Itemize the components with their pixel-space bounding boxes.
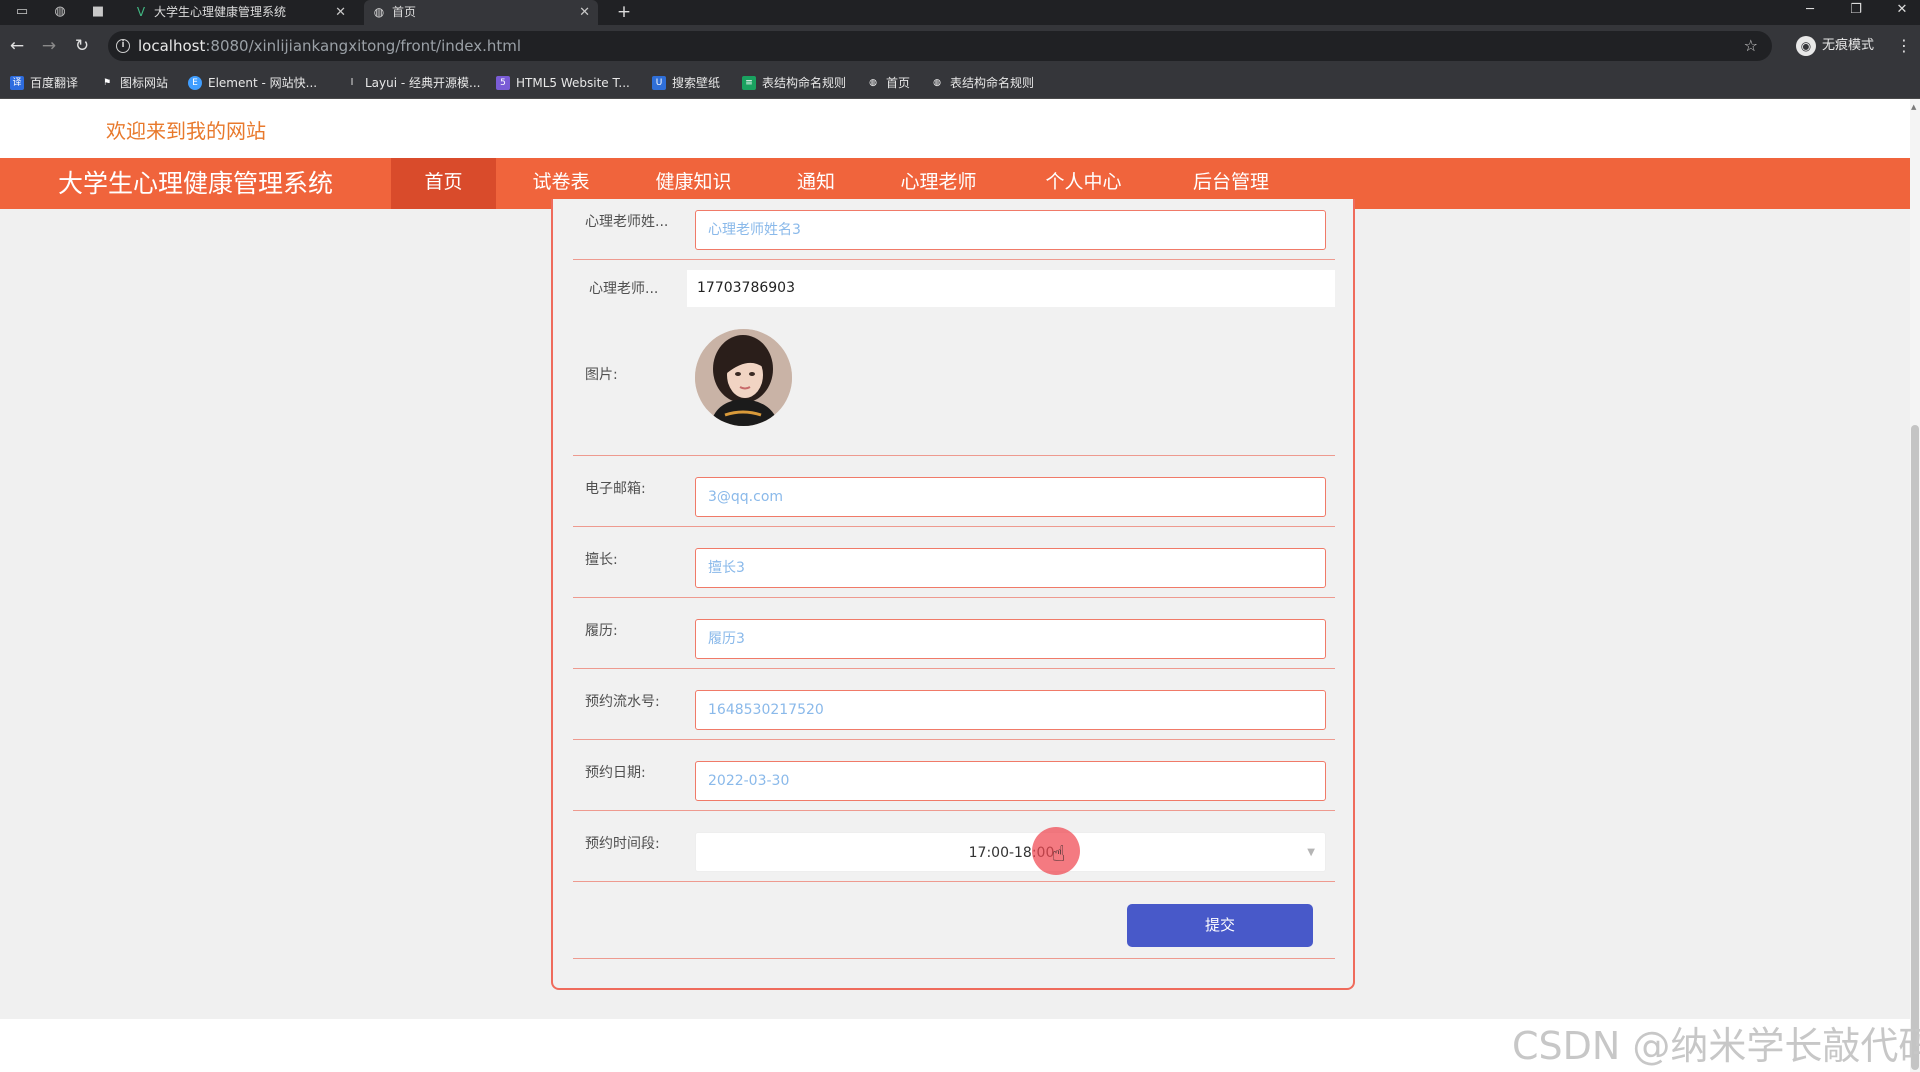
globe-icon: ◍ — [869, 78, 877, 88]
close-icon[interactable]: ✕ — [579, 0, 590, 25]
globe-icon: ◍ — [373, 5, 385, 19]
specialty-input[interactable]: 擅长3 — [695, 548, 1326, 588]
site-title: 大学生心理健康管理系统 — [58, 169, 334, 198]
hand-cursor-icon: ☝ — [1052, 842, 1066, 867]
bookmark-star-icon[interactable]: ☆ — [1744, 31, 1758, 61]
layui-icon: l — [350, 78, 354, 88]
address-bar: ← → ↻ i localhost:8080/xinlijiankangxito… — [0, 25, 1920, 67]
globe-icon: ◍ — [933, 78, 941, 88]
nav-home[interactable]: 首页 — [391, 158, 496, 209]
form-row-timeslot: 预约时间段: 17:00-18:00 ▼ — [573, 811, 1335, 882]
tv-icon[interactable]: ▭ — [14, 5, 30, 19]
timeslot-select[interactable]: 17:00-18:00 ▼ — [695, 832, 1326, 872]
close-icon[interactable]: ✕ — [335, 0, 346, 25]
browser-tab-bar: ▭ ◍ ■ V 大学生心理健康管理系统 ✕ ◍ 首页 ✕ + ─ ❐ ✕ — [0, 0, 1920, 25]
teacher-name-input[interactable]: 心理老师姓名3 — [695, 210, 1326, 250]
teacher-name-label: 心理老师姓... — [585, 214, 669, 230]
form-row-resume: 履历: 履历3 — [573, 598, 1335, 669]
html5-icon: 5 — [496, 76, 510, 90]
bookmark-item[interactable]: ≡ 表结构命名规则 — [742, 67, 846, 99]
forward-icon[interactable]: → — [38, 35, 60, 57]
tab-title: 大学生心理健康管理系统 — [154, 5, 287, 19]
watermark: CSDN @纳米学长敲代码 — [1512, 1024, 1920, 1068]
bookmark-item[interactable]: 译百度翻译 — [10, 67, 78, 99]
tab-title: 首页 — [392, 5, 417, 19]
timeslot-label: 预约时间段: — [585, 836, 660, 852]
resume-label: 履历: — [585, 623, 618, 639]
bookmark-item[interactable]: ⚑ 图标网站 — [100, 67, 168, 99]
form-row-teacher-phone: 心理老师... 17703786903 — [573, 260, 1335, 316]
incognito-icon: ◉ — [1796, 36, 1816, 56]
bookmark-item[interactable]: l Layui - 经典开源模... — [345, 67, 481, 99]
vue-logo-icon: V — [136, 5, 146, 19]
incognito-profile[interactable]: ◉ 无痕模式 — [1796, 35, 1874, 57]
translate-icon: 译 — [10, 76, 24, 90]
bookmark-item[interactable]: U 搜索壁纸 — [652, 67, 720, 99]
close-window-button[interactable]: ✕ — [1882, 0, 1920, 22]
bookmark-item[interactable]: 5 HTML5 Website T... — [496, 67, 630, 99]
welcome-text: 欢迎来到我的网站 — [106, 119, 266, 143]
scrollbar-thumb[interactable] — [1911, 425, 1919, 1070]
email-input[interactable]: 3@qq.com — [695, 477, 1326, 517]
submit-button[interactable]: 提交 — [1127, 904, 1313, 947]
scroll-up-arrow-icon[interactable]: ▲ — [1911, 103, 1916, 111]
minimize-button[interactable]: ─ — [1790, 0, 1830, 22]
back-icon[interactable]: ← — [6, 35, 28, 57]
tab-system[interactable]: V 大学生心理健康管理系统 ✕ — [126, 0, 354, 25]
bookmark-item[interactable]: ◍ 表结构命名规则 — [930, 67, 1034, 99]
form-row-specialty: 擅长: 擅长3 — [573, 527, 1335, 598]
appointment-form: 心理老师姓... 心理老师姓名3 心理老师... 17703786903 图片: — [551, 199, 1355, 990]
tab-home[interactable]: ◍ 首页 ✕ — [364, 0, 598, 25]
serial-input[interactable]: 1648530217520 — [695, 690, 1326, 730]
window-icon[interactable]: ■ — [90, 5, 106, 19]
resume-input[interactable]: 履历3 — [695, 619, 1326, 659]
element-icon: E — [188, 76, 202, 90]
url-field[interactable]: i localhost:8080/xinlijiankangxitong/fro… — [108, 31, 1772, 61]
url-text: localhost:8080/xinlijiankangxitong/front… — [138, 37, 522, 55]
teacher-phone-input[interactable]: 17703786903 — [687, 270, 1335, 307]
teacher-avatar — [695, 329, 792, 426]
flag-icon: ⚑ — [102, 78, 112, 88]
form-row-email: 电子邮箱: 3@qq.com — [573, 456, 1335, 527]
globe-icon[interactable]: ◍ — [52, 5, 68, 19]
email-label: 电子邮箱: — [585, 481, 646, 497]
date-input[interactable]: 2022-03-30 — [695, 761, 1326, 801]
chevron-down-icon: ▼ — [1307, 847, 1315, 858]
teacher-phone-label: 心理老师... — [589, 281, 659, 297]
form-row-serial: 预约流水号: 1648530217520 — [573, 669, 1335, 740]
date-label: 预约日期: — [585, 765, 646, 781]
info-icon[interactable]: i — [116, 39, 130, 53]
sheet-icon: ≡ — [742, 76, 756, 90]
serial-label: 预约流水号: — [585, 694, 660, 710]
form-row-image: 图片: — [573, 316, 1335, 456]
form-row-teacher-name: 心理老师姓... 心理老师姓名3 — [573, 199, 1335, 260]
new-tab-button[interactable]: + — [614, 0, 634, 25]
page-viewport: 欢迎来到我的网站 大学生心理健康管理系统 首页 试卷表 健康知识 通知 心理老师… — [0, 99, 1920, 1072]
specialty-label: 擅长: — [585, 552, 618, 568]
bookmarks-bar: 译百度翻译 ⚑ 图标网站 E Element - 网站快... l Layui - 经… — [0, 67, 1920, 99]
wallpaper-icon: U — [652, 76, 666, 90]
restore-button[interactable]: ❐ — [1836, 0, 1876, 22]
menu-icon[interactable]: ⋮ — [1896, 35, 1912, 57]
bookmark-item[interactable]: E Element - 网站快... — [188, 67, 317, 99]
bookmark-item[interactable]: ◍ 首页 — [866, 67, 910, 99]
reload-icon[interactable]: ↻ — [71, 35, 93, 57]
timeslot-value: 17:00-18:00 — [968, 845, 1055, 861]
form-row-date: 预约日期: 2022-03-30 — [573, 740, 1335, 811]
welcome-bar: 欢迎来到我的网站 — [0, 99, 1910, 158]
image-label: 图片: — [585, 367, 618, 383]
